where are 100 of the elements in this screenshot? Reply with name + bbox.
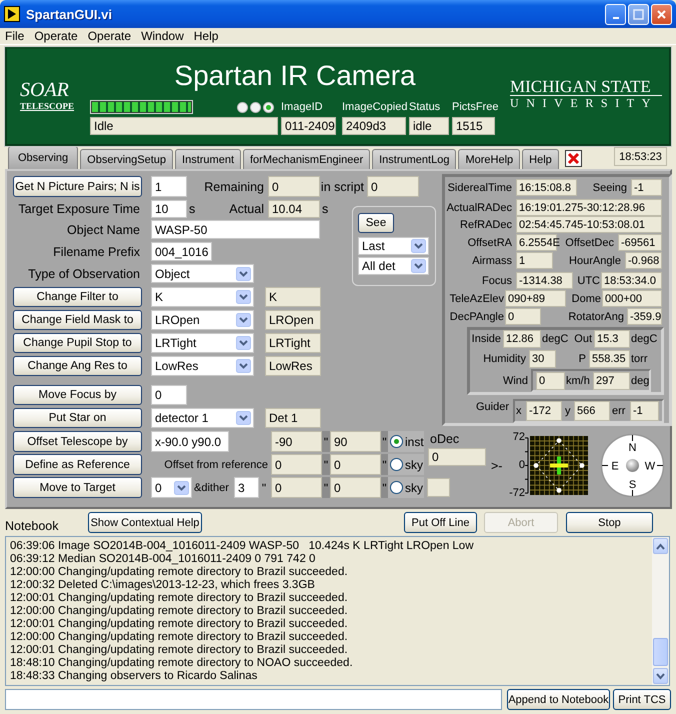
field-label: Status bbox=[409, 101, 442, 115]
offset-field[interactable]: x-90.0 y90.0 bbox=[151, 431, 229, 452]
telemetry-label: SiderealTime bbox=[446, 180, 512, 196]
odec-value: 0 bbox=[428, 448, 486, 466]
offset-y-value: 90 bbox=[330, 431, 381, 452]
app-title: Spartan IR Camera bbox=[173, 59, 417, 92]
observation-type-dropdown[interactable]: Object bbox=[151, 264, 254, 283]
menu-item[interactable]: Operate bbox=[82, 29, 136, 43]
scroll-down-button[interactable] bbox=[653, 668, 668, 684]
tab[interactable]: InstrumentLog bbox=[372, 149, 456, 169]
error-label: err bbox=[612, 404, 626, 419]
mechanism-button[interactable]: Change Field Mask to bbox=[13, 310, 142, 330]
mechanism-dropdown[interactable]: LRTight bbox=[151, 333, 254, 353]
log-line: 18:48:33 Changing observers to Ricardo Salinas bbox=[10, 670, 258, 683]
scroll-up-button[interactable] bbox=[653, 538, 668, 554]
field-value: 011-2409 bbox=[281, 117, 336, 135]
notebook-button[interactable]: Stop bbox=[566, 512, 653, 533]
unit-label: " bbox=[260, 480, 268, 496]
chevron-down-icon bbox=[236, 266, 251, 280]
tab[interactable]: Instrument bbox=[175, 149, 241, 169]
telemetry-value: -1314.38 bbox=[516, 272, 573, 289]
x-mark-icon bbox=[566, 152, 580, 165]
mechanism-dropdown[interactable]: LROpen bbox=[151, 310, 254, 330]
frame-radio[interactable]: inst bbox=[388, 431, 424, 452]
image-dropdown[interactable]: Last bbox=[358, 237, 429, 255]
scroll-down-icon bbox=[656, 672, 665, 680]
unit-label: " bbox=[381, 454, 388, 475]
close-button[interactable] bbox=[651, 4, 672, 24]
chevron-down-icon bbox=[236, 359, 251, 373]
guider-y-value: 566 bbox=[574, 401, 610, 421]
see-button[interactable]: See bbox=[358, 213, 394, 233]
unit-label: deg bbox=[631, 374, 648, 389]
filename-prefix-field[interactable]: 004_1016 bbox=[151, 242, 212, 261]
telemetry-label: Focus bbox=[481, 274, 512, 288]
target-dropdown[interactable]: 0 bbox=[151, 477, 192, 498]
wind-label: Wind bbox=[502, 374, 528, 388]
pairs-count-field[interactable]: 1 bbox=[151, 176, 187, 197]
unit-label: degC bbox=[542, 332, 570, 347]
telemetry-value: 090+89 bbox=[505, 290, 566, 307]
offset-x-value: -90 bbox=[271, 431, 322, 452]
tab[interactable]: MoreHelp bbox=[458, 149, 520, 169]
offset-button[interactable]: Define as Reference bbox=[13, 454, 142, 475]
object-name-label: Object Name bbox=[66, 222, 140, 239]
mechanism-value: LROpen bbox=[265, 310, 321, 330]
maximize-button[interactable] bbox=[628, 4, 649, 24]
mechanism-button[interactable]: Change Ang Res to bbox=[13, 356, 142, 376]
scroll-bar[interactable] bbox=[652, 537, 669, 685]
minimize-button[interactable] bbox=[605, 4, 626, 24]
detector-dropdown[interactable]: All det bbox=[358, 257, 429, 275]
telemetry-value: -69561 bbox=[618, 234, 662, 251]
telemetry-value: 16:19:01.275-30:12:28.96 bbox=[516, 199, 662, 216]
telemetry-label: UTC bbox=[576, 274, 600, 288]
tab[interactable]: Help bbox=[522, 149, 559, 169]
telemetry-label: RefRADec bbox=[459, 218, 512, 232]
field-value: 1515 bbox=[452, 117, 495, 135]
scroll-up-icon bbox=[656, 542, 665, 550]
telemetry-label: HourAngle bbox=[568, 254, 621, 268]
menu-item[interactable]: Operate bbox=[29, 29, 83, 43]
east-label: E bbox=[611, 460, 619, 472]
mechanism-dropdown[interactable]: LowRes bbox=[151, 356, 254, 376]
notebook-action-button[interactable]: Print TCS bbox=[613, 689, 671, 710]
object-name-field[interactable]: WASP-50 bbox=[151, 220, 320, 239]
notebook-button[interactable]: Put Off Line bbox=[404, 512, 477, 533]
stop-button[interactable] bbox=[564, 150, 582, 167]
notebook-action-button[interactable]: Append to Notebook bbox=[507, 689, 610, 710]
offset-button[interactable]: Offset Telescope by bbox=[13, 431, 142, 452]
menu-item[interactable]: Window bbox=[136, 29, 189, 43]
logo-text: MICHIGAN STATE bbox=[510, 79, 662, 96]
frame-radio[interactable]: sky bbox=[388, 477, 424, 498]
compass-dial bbox=[600, 434, 664, 498]
guider-error-value: -1 bbox=[630, 401, 659, 421]
frame-radio[interactable]: sky bbox=[388, 454, 424, 475]
logo-text: SOAR bbox=[20, 79, 70, 99]
log-line: 12:00:01 Changing/updating remote directory to Brazil succeeded. bbox=[10, 592, 349, 605]
menu-item[interactable]: Help bbox=[188, 29, 224, 43]
mechanism-dropdown[interactable]: K bbox=[151, 287, 254, 307]
menu-item[interactable]: File bbox=[0, 29, 30, 43]
telemetry-value: -0.968 bbox=[625, 252, 662, 269]
chevron-down-icon bbox=[236, 411, 251, 425]
exposure-field[interactable]: 10 bbox=[151, 200, 187, 218]
notebook-button[interactable]: Show Contextual Help bbox=[88, 512, 202, 533]
scroll-thumb[interactable] bbox=[653, 638, 668, 666]
tab[interactable]: ObservingSetup bbox=[80, 149, 174, 169]
telemetry-value: 16:15:08.8 bbox=[516, 179, 577, 196]
star-button[interactable]: Put Star on bbox=[13, 408, 142, 428]
focus-field[interactable]: 0 bbox=[151, 385, 187, 405]
offset-button[interactable]: Move to Target bbox=[13, 477, 142, 498]
tab[interactable]: Observing bbox=[8, 146, 78, 169]
blank-readout bbox=[427, 478, 450, 497]
mechanism-button[interactable]: Change Pupil Stop to bbox=[13, 333, 142, 353]
tab[interactable]: forMechanismEngineer bbox=[243, 149, 370, 169]
detector-dropdown[interactable]: detector 1 bbox=[151, 408, 254, 428]
dither-field[interactable]: 3 bbox=[234, 477, 259, 498]
mechanism-value: LowRes bbox=[265, 356, 321, 376]
mechanism-button[interactable]: Change Filter to bbox=[13, 287, 142, 307]
focus-button[interactable]: Move Focus by bbox=[13, 385, 142, 405]
log-line: 06:39:06 Image SO2014B-004_1016011-2409 WASP-50 10.424s K LRTight LROpen Low bbox=[10, 540, 475, 553]
picture-pairs-button[interactable]: Get N Picture Pairs; N is bbox=[13, 176, 142, 197]
telemetry-value: 18:53:34.0 bbox=[601, 272, 662, 289]
notebook-entry-field[interactable] bbox=[5, 689, 502, 710]
